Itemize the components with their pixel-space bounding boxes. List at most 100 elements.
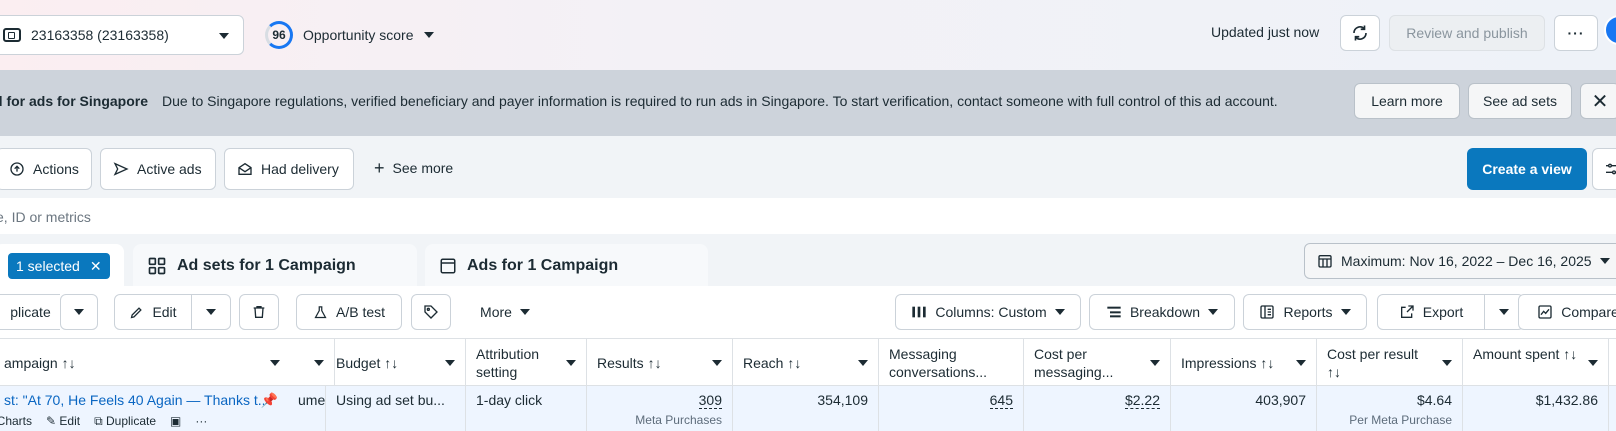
refresh-button[interactable]	[1340, 15, 1380, 51]
tab-campaigns[interactable]: 1 selected ✕	[0, 244, 124, 288]
chevron-down-icon	[566, 360, 576, 366]
chart-line-icon	[1538, 305, 1552, 319]
had-delivery-filter[interactable]: Had delivery	[224, 148, 354, 190]
cell-hidden: ume	[296, 386, 326, 431]
cell-budget: Using ad set bu...	[326, 386, 466, 431]
mail-open-icon	[238, 162, 252, 175]
chevron-down-icon	[1296, 360, 1306, 366]
column-header-budget[interactable]: Budget ↑↓	[326, 339, 466, 386]
export-icon	[1400, 305, 1414, 318]
tag-button[interactable]	[411, 294, 451, 330]
see-more-button[interactable]: + See more	[374, 159, 453, 177]
pin-icon[interactable]: 📌	[261, 392, 278, 409]
tab-ad-sets[interactable]: Ad sets for 1 Campaign	[133, 244, 417, 288]
ad-window-icon	[440, 258, 456, 274]
column-header-amount-spent[interactable]: Amount spent ↑↓	[1463, 339, 1609, 386]
review-publish-button[interactable]: Review and publish	[1389, 15, 1545, 51]
banner-title: d for ads for Singapore	[0, 93, 149, 109]
column-header-reach[interactable]: Reach ↑↓	[733, 339, 879, 386]
export-button[interactable]: Export	[1377, 294, 1485, 330]
column-header-messaging[interactable]: Messaging conversations...	[879, 339, 1024, 386]
cell-reach: 354,109	[733, 386, 879, 431]
chevron-down-icon	[1442, 360, 1452, 366]
column-header-impressions[interactable]: Impressions ↑↓	[1171, 339, 1317, 386]
view-settings-button[interactable]	[1592, 148, 1616, 190]
chevron-down-icon	[519, 309, 530, 315]
search-bar	[0, 198, 1616, 234]
row-more-link[interactable]: ···	[195, 414, 207, 429]
breakdown-label: Breakdown	[1129, 304, 1201, 320]
duplicate-dropdown[interactable]	[60, 294, 98, 330]
ab-test-label: A/B test	[335, 304, 386, 320]
column-header-cost-result[interactable]: Cost per result ↑↓	[1317, 339, 1463, 386]
more-actions-button[interactable]: More	[464, 294, 546, 330]
cell-amount-spent: $1,432.86	[1463, 386, 1609, 431]
cost-result-value: $4.64	[1416, 392, 1452, 408]
compare-label: Compare	[1561, 304, 1616, 320]
messaging-value[interactable]: 645	[989, 392, 1013, 409]
date-range-picker[interactable]: Maximum: Nov 16, 2022 – Dec 16, 2025	[1304, 243, 1616, 279]
column-header-cost-messaging[interactable]: Cost per messaging...	[1024, 339, 1171, 386]
tab-ads-label: Ads for 1 Campaign	[467, 257, 619, 274]
edit-button[interactable]: Edit	[114, 294, 192, 330]
campaign-name-link[interactable]: st: "At 70, He Feels 40 Again — Thanks t…	[4, 392, 264, 408]
search-input[interactable]	[0, 198, 896, 234]
upload-circle-icon	[10, 162, 24, 176]
table-header: ampaign ↑↓ Budget ↑↓ Attribution setting…	[0, 338, 1616, 386]
account-selector[interactable]: 23163358 (23163358)	[0, 15, 244, 55]
send-icon	[113, 162, 129, 176]
actions-filter[interactable]: Actions	[0, 148, 92, 190]
reports-button[interactable]: Reports	[1243, 294, 1367, 330]
tab-ads[interactable]: Ads for 1 Campaign	[425, 244, 708, 288]
edit-dropdown[interactable]	[191, 294, 231, 330]
column-header-label: Budget ↑↓	[336, 355, 399, 371]
column-header-label: Attribution setting	[476, 346, 540, 380]
filter-bar: Actions Active ads Had delivery + See mo…	[0, 136, 1616, 198]
close-icon[interactable]: ✕	[1580, 83, 1616, 119]
column-header-campaign[interactable]: ampaign ↑↓	[0, 339, 290, 386]
learn-more-button[interactable]: Learn more	[1354, 83, 1460, 119]
row-actions: Charts ✎ Edit ⧉ Duplicate ▣ ···	[0, 414, 207, 429]
ab-test-button[interactable]: A/B test	[296, 294, 402, 330]
column-header-attribution[interactable]: Attribution setting	[466, 339, 587, 386]
cell-cost-result: $4.64 Per Meta Purchase	[1317, 386, 1463, 431]
column-header-label: Messaging conversations...	[889, 346, 988, 380]
see-ad-sets-button[interactable]: See ad sets	[1468, 83, 1572, 119]
duplicate-button[interactable]: plicate	[0, 294, 60, 330]
reports-label: Reports	[1283, 304, 1333, 320]
create-view-button[interactable]: Create a view	[1467, 148, 1587, 190]
actions-filter-label: Actions	[33, 161, 79, 177]
chevron-down-icon	[270, 360, 280, 366]
column-header-label: Impressions ↑↓	[1181, 355, 1275, 371]
row-duplicate-link[interactable]: ⧉ Duplicate	[94, 414, 156, 429]
columns-icon	[912, 306, 927, 318]
selected-pill[interactable]: 1 selected ✕	[8, 253, 110, 279]
column-header-label: Results ↑↓	[597, 355, 662, 371]
chevron-down-icon	[712, 360, 722, 366]
row-image-icon[interactable]: ▣	[170, 414, 181, 429]
chevron-down-icon	[1340, 309, 1351, 315]
cell-campaign: st: "At 70, He Feels 40 Again — Thanks t…	[0, 386, 290, 431]
results-value[interactable]: 309	[698, 392, 722, 409]
chevron-down-icon	[219, 33, 229, 39]
table-row[interactable]: st: "At 70, He Feels 40 Again — Thanks t…	[0, 386, 1616, 431]
cost-messaging-value[interactable]: $2.22	[1124, 392, 1160, 409]
active-ads-filter[interactable]: Active ads	[100, 148, 216, 190]
trash-icon	[253, 306, 265, 318]
columns-button[interactable]: Columns: Custom	[895, 294, 1081, 330]
breakdown-button[interactable]: Breakdown	[1089, 294, 1235, 330]
clear-selection-icon[interactable]: ✕	[90, 258, 102, 275]
compare-button[interactable]: Compare	[1518, 294, 1616, 330]
more-label: More	[480, 304, 512, 320]
column-header-results[interactable]: Results ↑↓	[587, 339, 733, 386]
delete-button[interactable]	[239, 294, 279, 330]
table-toolbar: plicate Edit A/B test More Columns: Cust…	[0, 286, 1616, 338]
avatar[interactable]	[1604, 15, 1616, 45]
column-header-label: Amount spent ↑↓	[1473, 346, 1578, 362]
cost-result-subtext: Per Meta Purchase	[1349, 413, 1452, 427]
more-options-button[interactable]: ···	[1554, 15, 1598, 51]
row-edit-link[interactable]: ✎ Edit	[46, 414, 80, 429]
opportunity-score[interactable]: 96 Opportunity score	[265, 21, 434, 49]
chevron-down-icon	[206, 309, 216, 315]
row-charts-link[interactable]: Charts	[0, 414, 32, 429]
